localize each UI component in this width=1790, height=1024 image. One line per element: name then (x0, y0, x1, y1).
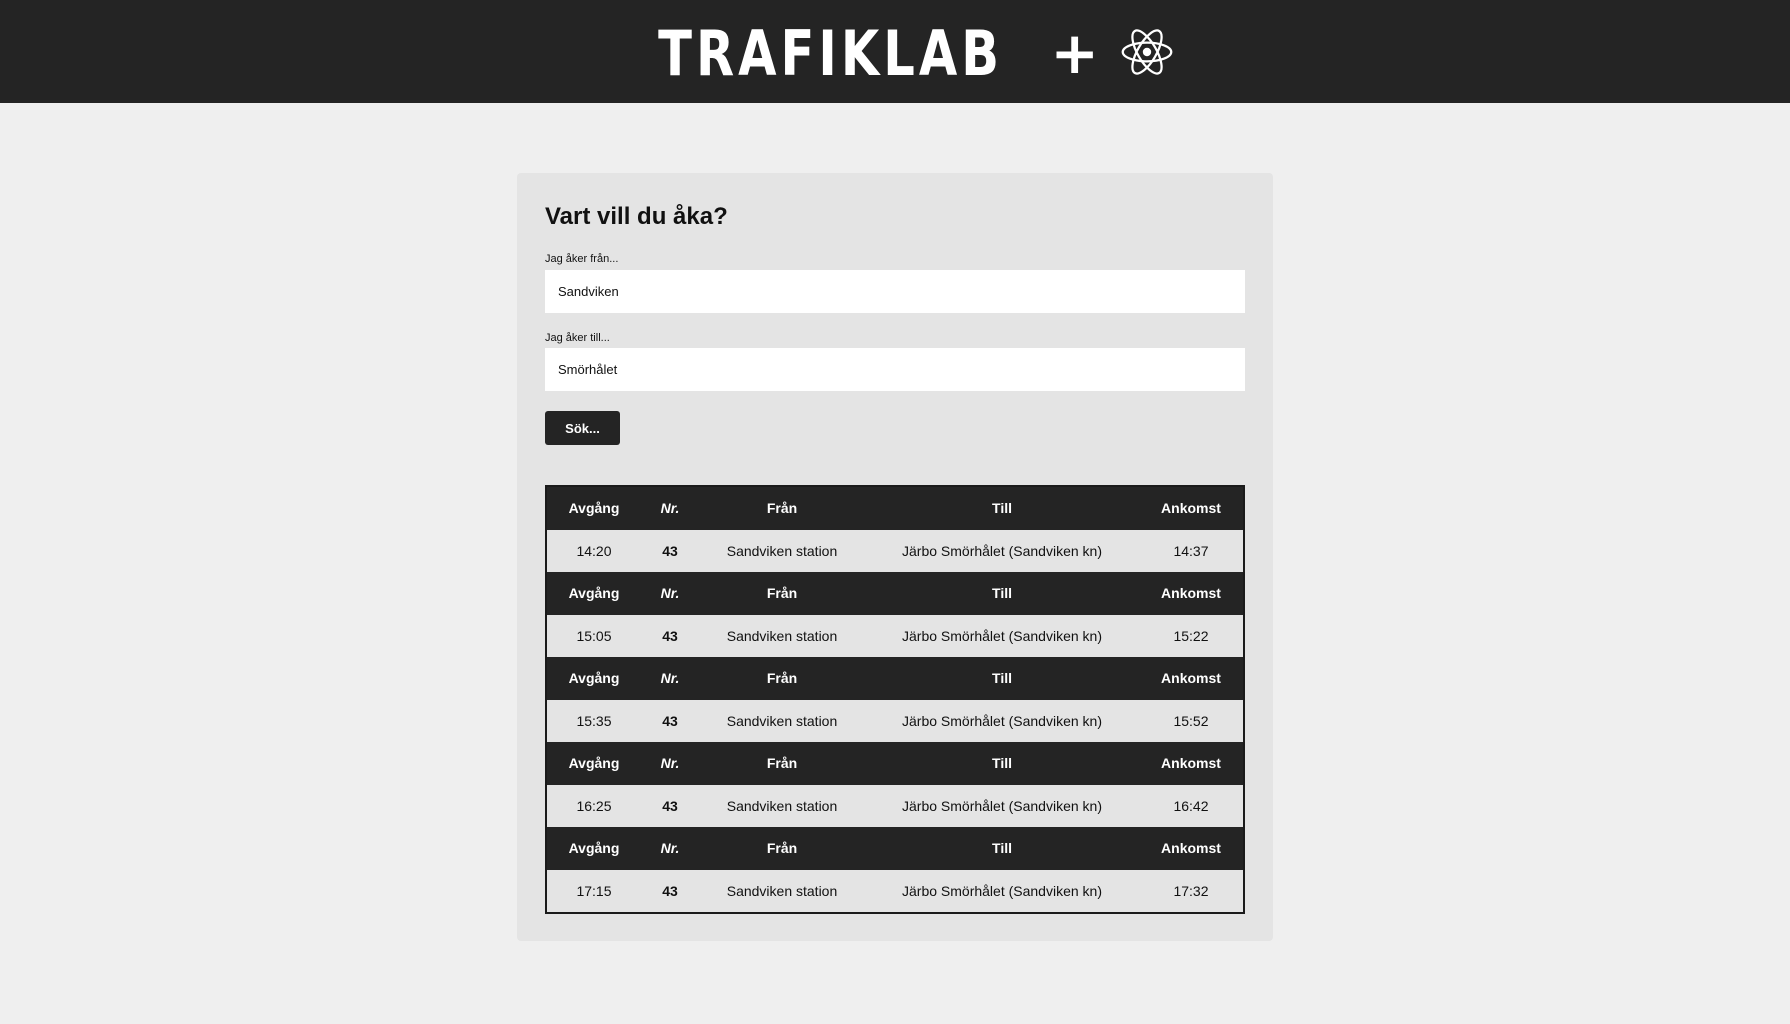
cell-from: Sandviken station (726, 882, 838, 899)
table-row[interactable]: 14:20 43 Sandviken station Järbo Smörhålet … (547, 529, 1243, 572)
search-card: Vart vill du åka? Jag åker från... Jag å… (517, 173, 1273, 941)
header-line-number: Nr. (660, 585, 680, 602)
header-arrival: Ankomst (1161, 755, 1221, 772)
cell-departure: 15:05 (576, 627, 612, 644)
table-row[interactable]: 15:05 43 Sandviken station Järbo Smörhålet … (547, 614, 1243, 657)
cell-arrival: 14:37 (1173, 542, 1209, 559)
header-arrival: Ankomst (1161, 670, 1221, 687)
cell-line-number: 43 (662, 712, 678, 729)
header-line-number: Nr. (660, 500, 680, 517)
cell-line-number: 43 (662, 882, 678, 899)
table-header-row: Avgång Nr. Från Till Ankomst (547, 827, 1243, 870)
table-header-row: Avgång Nr. Från Till Ankomst (547, 572, 1243, 615)
results-table: Avgång Nr. Från Till Ankomst 14:20 43 Sandviken… (545, 485, 1245, 914)
search-button[interactable]: Sök... (545, 411, 620, 445)
table-row[interactable]: 17:15 43 Sandviken station Järbo Smörhålet … (547, 869, 1243, 912)
cell-departure: 17:15 (576, 882, 612, 899)
logo-text: TRAFIKLAB (658, 16, 1004, 90)
header-arrival: Ankomst (1161, 840, 1221, 857)
header-from: Från (766, 755, 798, 772)
cell-from: Sandviken station (726, 542, 838, 559)
table-row[interactable]: 16:25 43 Sandviken station Järbo Smörhålet … (547, 784, 1243, 827)
cell-arrival: 16:42 (1173, 797, 1209, 814)
cell-line-number: 43 (662, 797, 678, 814)
cell-to: Järbo Smörhålet (Sandviken kn) (902, 627, 1102, 644)
logo[interactable]: TRAFIKLAB + (0, 0, 1790, 103)
header-line-number: Nr. (660, 840, 680, 857)
header-departure: Avgång (568, 755, 620, 772)
cell-line-number: 43 (662, 542, 678, 559)
header-to: Till (992, 500, 1012, 517)
cell-to: Järbo Smörhålet (Sandviken kn) (902, 882, 1102, 899)
header-from: Från (766, 840, 798, 857)
cell-departure: 15:35 (576, 712, 612, 729)
table-header-row: Avgång Nr. Från Till Ankomst (547, 742, 1243, 785)
table-header-row: Avgång Nr. Från Till Ankomst (547, 657, 1243, 700)
cell-arrival: 15:22 (1173, 627, 1209, 644)
header-departure: Avgång (568, 585, 620, 602)
header-departure: Avgång (568, 500, 620, 517)
cell-from: Sandviken station (726, 627, 838, 644)
cell-from: Sandviken station (726, 797, 838, 814)
cell-departure: 14:20 (576, 542, 612, 559)
from-input[interactable] (545, 270, 1245, 313)
page-title: Vart vill du åka? (545, 203, 728, 230)
header-departure: Avgång (568, 840, 620, 857)
header-from: Från (766, 500, 798, 517)
cell-to: Järbo Smörhålet (Sandviken kn) (902, 542, 1102, 559)
cell-arrival: 17:32 (1173, 882, 1209, 899)
from-label: Jag åker från... (545, 253, 619, 265)
header-to: Till (992, 840, 1012, 857)
cell-to: Järbo Smörhålet (Sandviken kn) (902, 797, 1102, 814)
to-input[interactable] (545, 348, 1245, 391)
header-arrival: Ankomst (1161, 585, 1221, 602)
header-from: Från (766, 585, 798, 602)
table-header-row: Avgång Nr. Från Till Ankomst (547, 487, 1243, 530)
logo-plus: + (1050, 18, 1099, 87)
header-departure: Avgång (568, 670, 620, 687)
header-from: Från (766, 670, 798, 687)
cell-arrival: 15:52 (1173, 712, 1209, 729)
header-line-number: Nr. (660, 670, 680, 687)
cell-departure: 16:25 (576, 797, 612, 814)
top-bar: TRAFIKLAB + (0, 0, 1790, 103)
table-row[interactable]: 15:35 43 Sandviken station Järbo Smörhålet … (547, 699, 1243, 742)
header-line-number: Nr. (660, 755, 680, 772)
header-arrival: Ankomst (1161, 500, 1221, 517)
header-to: Till (992, 670, 1012, 687)
header-to: Till (992, 755, 1012, 772)
react-atom-icon (1121, 28, 1173, 75)
cell-to: Järbo Smörhålet (Sandviken kn) (902, 712, 1102, 729)
cell-line-number: 43 (662, 627, 678, 644)
header-to: Till (992, 585, 1012, 602)
to-label: Jag åker till... (545, 332, 610, 344)
cell-from: Sandviken station (726, 712, 838, 729)
